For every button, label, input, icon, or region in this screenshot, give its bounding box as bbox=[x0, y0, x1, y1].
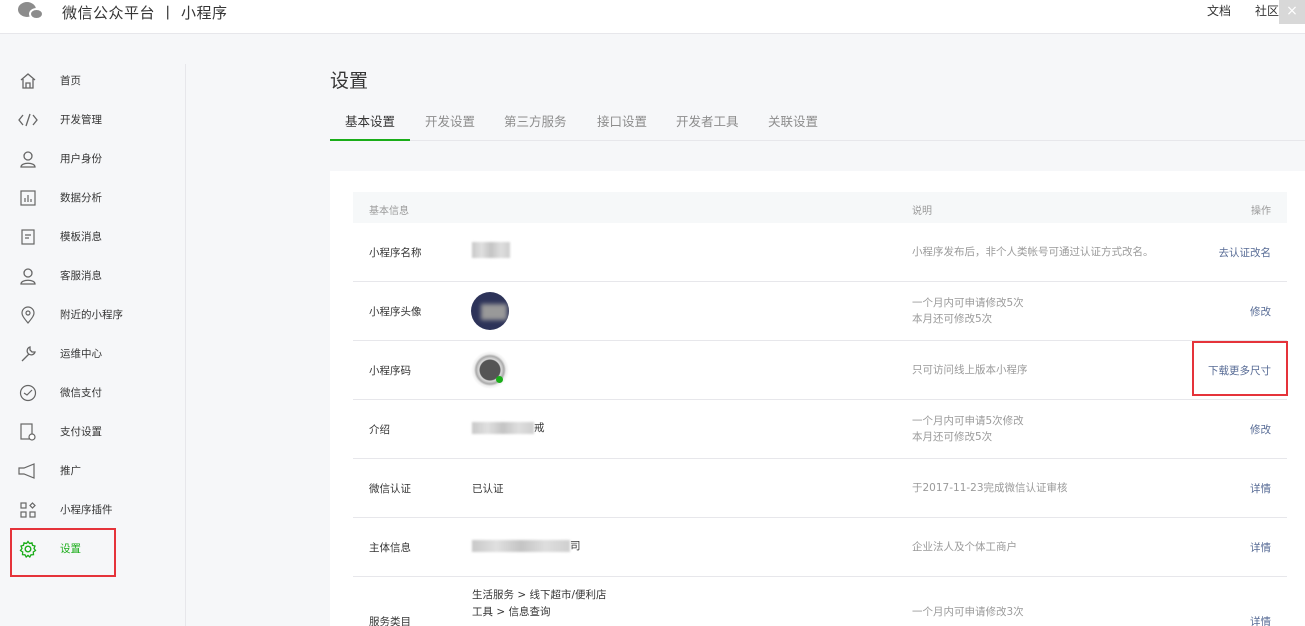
sidebar-item-label: 推广 bbox=[60, 465, 81, 477]
pay-settings-icon bbox=[18, 422, 38, 442]
row-name: 介绍 bbox=[369, 424, 390, 436]
tab-third-party[interactable]: 第三方服务 bbox=[489, 112, 582, 141]
row-desc: 于2017-11-23完成微信认证审核 bbox=[912, 482, 1068, 494]
sidebar-item-template-msg[interactable]: 模板消息 bbox=[0, 217, 185, 256]
intro-tail: 戒 bbox=[534, 422, 545, 434]
redacted-value bbox=[472, 242, 510, 258]
sidebar-item-home[interactable]: 首页 bbox=[0, 61, 185, 100]
chart-icon bbox=[18, 188, 38, 208]
code-icon bbox=[18, 110, 38, 130]
sidebar-item-wechat-pay[interactable]: 微信支付 bbox=[0, 373, 185, 412]
row-desc-line2: 本月还可修改5次 bbox=[912, 431, 993, 443]
close-icon[interactable]: × bbox=[1279, 0, 1305, 24]
highlight-box-settings bbox=[10, 528, 116, 577]
sidebar-item-label: 数据分析 bbox=[60, 192, 102, 204]
sidebar-item-label: 小程序插件 bbox=[60, 504, 113, 516]
brand[interactable]: 微信公众平台 丨 小程序 bbox=[18, 0, 228, 24]
tab-basic-settings[interactable]: 基本设置 bbox=[330, 112, 411, 141]
row-name: 小程序头像 bbox=[369, 306, 422, 318]
sidebar-item-label: 运维中心 bbox=[60, 348, 102, 360]
table-row: 介绍 戒 一个月内可申请5次修改 本月还可修改5次 修改 bbox=[353, 400, 1287, 459]
pay-icon bbox=[18, 383, 38, 403]
table-row: 小程序码 只可访问线上版本小程序 下载更多尺寸 bbox=[353, 341, 1287, 400]
rename-link[interactable]: 去认证改名 bbox=[1219, 245, 1272, 260]
sidebar-item-data-analysis[interactable]: 数据分析 bbox=[0, 178, 185, 217]
row-desc: 只可访问线上版本小程序 bbox=[912, 364, 1028, 376]
header-description: 说明 bbox=[912, 206, 932, 217]
avatar bbox=[471, 292, 509, 330]
sidebar-item-label: 支付设置 bbox=[60, 426, 102, 438]
tab-related-settings[interactable]: 关联设置 bbox=[753, 112, 833, 141]
sidebar-item-pay-settings[interactable]: 支付设置 bbox=[0, 412, 185, 451]
tab-api-settings[interactable]: 接口设置 bbox=[582, 112, 662, 141]
table-row: 主体信息 司 企业法人及个体工商户 详情 bbox=[353, 518, 1287, 577]
row-desc: 一个月内可申请修改3次 bbox=[912, 606, 1024, 618]
certification-status: 已认证 bbox=[472, 483, 504, 495]
sidebar-item-label: 首页 bbox=[60, 75, 81, 87]
table-row: 小程序头像 一个月内可申请修改5次 本月还可修改5次 修改 bbox=[353, 282, 1287, 341]
row-name: 微信认证 bbox=[369, 483, 411, 495]
sidebar-item-ops-center[interactable]: 运维中心 bbox=[0, 334, 185, 373]
row-name: 小程序名称 bbox=[369, 247, 422, 259]
wrench-icon bbox=[18, 344, 38, 364]
row-desc: 小程序发布后，非个人类帐号可通过认证方式改名。 bbox=[912, 246, 1154, 258]
document-icon bbox=[18, 227, 38, 247]
header-actions: 操作 bbox=[1251, 206, 1271, 217]
certification-detail-link[interactable]: 详情 bbox=[1250, 481, 1271, 496]
mini-program-code bbox=[471, 351, 509, 389]
customer-service-icon bbox=[18, 266, 38, 286]
sidebar-item-label: 微信支付 bbox=[60, 387, 102, 399]
table-header: 基本信息 说明 操作 bbox=[353, 192, 1287, 223]
row-name: 主体信息 bbox=[369, 542, 411, 554]
community-link[interactable]: 社区 bbox=[1255, 2, 1279, 19]
docs-link[interactable]: 文档 bbox=[1207, 2, 1231, 19]
sidebar-item-label: 开发管理 bbox=[60, 114, 102, 126]
tab-bar: 基本设置 开发设置 第三方服务 接口设置 开发者工具 关联设置 bbox=[330, 112, 1305, 141]
sidebar-item-plugin[interactable]: 小程序插件 bbox=[0, 490, 185, 529]
wechat-logo-icon bbox=[18, 2, 46, 22]
sidebar-item-customer-msg[interactable]: 客服消息 bbox=[0, 256, 185, 295]
location-icon bbox=[18, 305, 38, 325]
plugin-icon bbox=[18, 500, 38, 520]
top-links: 文档 社区 bbox=[1207, 2, 1279, 19]
header-basic-info: 基本信息 bbox=[369, 206, 409, 217]
table-row: 服务类目 生活服务 > 线下超市/便利店 工具 > 信息查询 一个月内可申请修改… bbox=[353, 577, 1287, 626]
intro-value: 戒 bbox=[472, 420, 545, 435]
sidebar-item-label: 客服消息 bbox=[60, 270, 102, 282]
edit-intro-link[interactable]: 修改 bbox=[1250, 422, 1271, 437]
highlight-box-download bbox=[1192, 341, 1288, 396]
megaphone-icon bbox=[18, 461, 38, 481]
tab-dev-settings[interactable]: 开发设置 bbox=[410, 112, 490, 141]
settings-panel: 基本信息 说明 操作 小程序名称 小程序发布后，非个人类帐号可通过认证方式改名。… bbox=[330, 171, 1305, 626]
sidebar-item-nearby[interactable]: 附近的小程序 bbox=[0, 295, 185, 334]
brand-title: 微信公众平台 丨 小程序 bbox=[62, 3, 228, 22]
user-icon bbox=[18, 149, 38, 169]
sidebar-item-user-identity[interactable]: 用户身份 bbox=[0, 139, 185, 178]
row-desc-line2: 本月还可修改5次 bbox=[912, 313, 993, 325]
tab-dev-tools[interactable]: 开发者工具 bbox=[661, 112, 754, 141]
category-detail-link[interactable]: 详情 bbox=[1250, 614, 1271, 626]
table-row: 微信认证 已认证 于2017-11-23完成微信认证审核 详情 bbox=[353, 459, 1287, 518]
home-icon bbox=[18, 71, 38, 91]
sidebar-item-dev-manage[interactable]: 开发管理 bbox=[0, 100, 185, 139]
table-row: 小程序名称 小程序发布后，非个人类帐号可通过认证方式改名。 去认证改名 bbox=[353, 223, 1287, 282]
row-desc-line1: 一个月内可申请修改5次 bbox=[912, 297, 1024, 309]
row-name: 服务类目 bbox=[369, 616, 411, 626]
row-desc: 企业法人及个体工商户 bbox=[912, 541, 1017, 553]
entity-detail-link[interactable]: 详情 bbox=[1250, 540, 1271, 555]
top-bar: 微信公众平台 丨 小程序 文档 社区 × bbox=[0, 0, 1305, 34]
sidebar-item-label: 用户身份 bbox=[60, 153, 102, 165]
entity-value: 司 bbox=[472, 538, 581, 553]
row-desc-line1: 一个月内可申请5次修改 bbox=[912, 415, 1024, 427]
sidebar-item-promotion[interactable]: 推广 bbox=[0, 451, 185, 490]
sidebar-item-label: 附近的小程序 bbox=[60, 309, 123, 321]
category-line: 工具 > 信息查询 bbox=[472, 606, 551, 618]
category-line: 生活服务 > 线下超市/便利店 bbox=[472, 589, 607, 601]
page-title: 设置 bbox=[330, 70, 369, 92]
row-name: 小程序码 bbox=[369, 365, 411, 377]
edit-avatar-link[interactable]: 修改 bbox=[1250, 304, 1271, 319]
entity-tail: 司 bbox=[570, 540, 581, 552]
sidebar-item-label: 模板消息 bbox=[60, 231, 102, 243]
